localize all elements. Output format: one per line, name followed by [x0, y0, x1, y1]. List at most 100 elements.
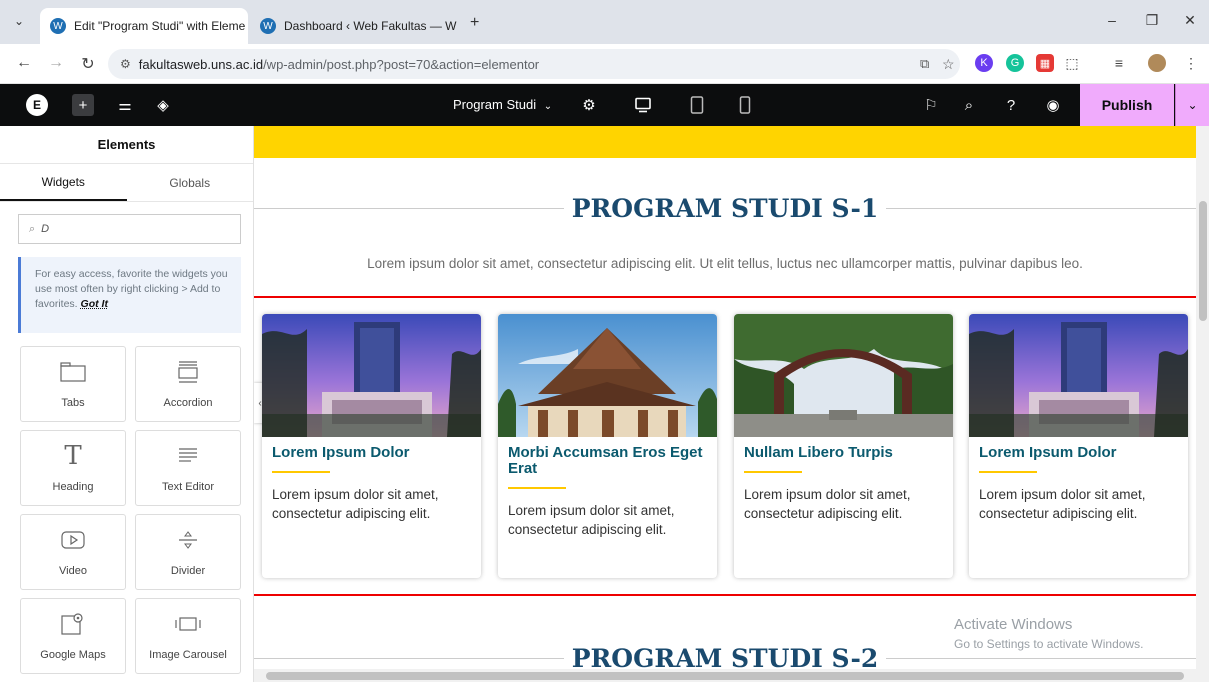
card-text: Lorem ipsum dolor sit amet, consectetur …	[508, 503, 675, 537]
card-text: Lorem ipsum dolor sit amet, consectetur …	[979, 487, 1146, 521]
browser-tab-dashboard[interactable]: W Dashboard ‹ Web Fakultas — W ✕	[250, 8, 462, 44]
widget-tabs[interactable]: Tabs	[20, 346, 126, 422]
map-pin-icon	[59, 611, 87, 637]
url-path: /wp-admin/post.php?post=70&action=elemen…	[263, 56, 540, 72]
section-title-text: PROGRAM STUDI S-1	[563, 194, 887, 223]
bookmark-star-icon[interactable]: ☆	[942, 56, 955, 73]
grammarly-icon[interactable]: G	[1006, 54, 1024, 72]
widget-heading[interactable]: T Heading	[20, 430, 126, 506]
widget-video[interactable]: Video	[20, 514, 126, 590]
browser-tab-bar: ⌄ W Edit "Program Studi" with Eleme ✕ W …	[0, 0, 1209, 44]
card-text: Lorem ipsum dolor sit amet, consectetur …	[744, 487, 911, 521]
widget-search-input[interactable]: ⌕ D	[18, 214, 241, 244]
document-name[interactable]: Program Studi ⌄	[453, 97, 552, 112]
new-tab-button[interactable]: +	[470, 14, 479, 32]
divider-icon	[174, 527, 202, 553]
card-image-tower	[969, 314, 1188, 437]
page-settings-icon[interactable]: ⚙	[578, 94, 600, 116]
widget-label: Text Editor	[162, 481, 214, 493]
program-card[interactable]: Lorem Ipsum Dolor Lorem ipsum dolor sit …	[262, 314, 481, 578]
card-image-pavilion	[498, 314, 717, 437]
extensions-icon[interactable]: ⬚	[1063, 54, 1081, 72]
widget-label: Video	[59, 565, 87, 577]
text-editor-icon	[174, 443, 202, 469]
card-title: Lorem Ipsum Dolor	[272, 444, 410, 461]
search-icon: ⌕	[29, 222, 36, 235]
program-card[interactable]: Lorem Ipsum Dolor Lorem ipsum dolor sit …	[969, 314, 1188, 578]
program-card[interactable]: Morbi Accumsan Eros Eget Erat Lorem ipsu…	[498, 314, 717, 578]
widget-label: Accordion	[163, 397, 213, 409]
structure-layers-icon[interactable]: ◈	[152, 94, 174, 116]
widget-text-editor[interactable]: Text Editor	[135, 430, 241, 506]
card-image-tower	[262, 314, 481, 437]
video-play-icon	[59, 527, 87, 553]
panel-tabs: Widgets Globals	[0, 164, 253, 202]
address-bar-row: ← → ↻ ⚙ fakultasweb.uns.ac.id/wp-admin/p…	[0, 44, 1209, 84]
site-info-icon[interactable]: ⚙	[120, 57, 131, 71]
widget-search-value: D	[41, 223, 50, 235]
section-title-s1[interactable]: PROGRAM STUDI S-1	[254, 194, 1196, 223]
watermark-line1: Activate Windows	[954, 616, 1073, 633]
widget-accordion[interactable]: Accordion	[135, 346, 241, 422]
widget-label: Image Carousel	[149, 649, 227, 661]
document-name-label: Program Studi	[453, 97, 537, 112]
carousel-icon	[174, 611, 202, 637]
mobile-view-icon[interactable]	[734, 94, 756, 116]
tab-globals[interactable]: Globals	[127, 164, 254, 201]
extension-k-icon[interactable]: K	[975, 54, 993, 72]
widget-label: Google Maps	[40, 649, 106, 661]
elementor-top-bar: E + ⚌ ◈ Program Studi ⌄ ⚙ ⚐ ⌕ ? ◉ Publis…	[0, 84, 1209, 126]
extension-red-icon[interactable]: ▦	[1036, 54, 1054, 72]
tabs-icon	[59, 359, 87, 385]
translate-icon[interactable]: ⧉	[920, 56, 929, 72]
media-icon[interactable]: ≡	[1110, 54, 1128, 72]
url-input[interactable]: ⚙ fakultasweb.uns.ac.id/wp-admin/post.ph…	[108, 49, 960, 79]
card-image-gate	[734, 314, 953, 437]
tab-search-icon[interactable]: ⌄	[14, 14, 30, 30]
widget-divider[interactable]: Divider	[135, 514, 241, 590]
card-title: Nullam Libero Turpis	[744, 444, 893, 461]
add-element-button[interactable]: +	[72, 94, 94, 116]
restore-icon[interactable]: ❐	[1140, 12, 1164, 29]
widget-google-maps[interactable]: Google Maps	[20, 598, 126, 674]
reload-icon[interactable]: ↻	[78, 54, 98, 74]
site-settings-icon[interactable]: ⚌	[114, 94, 136, 116]
card-text: Lorem ipsum dolor sit amet, consectetur …	[272, 487, 439, 521]
publish-button[interactable]: Publish	[1080, 84, 1174, 126]
card-title: Lorem Ipsum Dolor	[979, 444, 1117, 461]
panel-title: Elements	[0, 126, 253, 164]
help-icon[interactable]: ?	[1000, 94, 1022, 116]
preview-eye-icon[interactable]: ◉	[1042, 94, 1064, 116]
vertical-scrollbar-thumb[interactable]	[1199, 201, 1207, 321]
profile-avatar[interactable]	[1148, 54, 1166, 72]
window-close-icon[interactable]: ✕	[1178, 12, 1202, 29]
url-host: fakultasweb.uns.ac.id	[138, 56, 264, 72]
elementor-logo-icon[interactable]: E	[26, 94, 48, 116]
yellow-header-bar	[254, 126, 1196, 158]
menu-kebab-icon[interactable]: ⋮	[1182, 54, 1200, 72]
card-title: Morbi Accumsan Eros Eget Erat	[508, 444, 703, 477]
tablet-view-icon[interactable]	[686, 94, 708, 116]
program-card[interactable]: Nullam Libero Turpis Lorem ipsum dolor s…	[734, 314, 953, 578]
back-icon[interactable]: ←	[14, 54, 34, 72]
accordion-icon	[174, 359, 202, 385]
got-it-link[interactable]: Got It	[81, 298, 108, 310]
browser-tab-editor[interactable]: W Edit "Program Studi" with Eleme ✕	[40, 8, 248, 44]
notifications-icon[interactable]: ⚐	[920, 94, 942, 116]
horizontal-scrollbar-thumb[interactable]	[266, 672, 1184, 680]
search-icon[interactable]: ⌕	[958, 94, 980, 116]
widget-label: Heading	[52, 481, 94, 493]
tab-widgets[interactable]: Widgets	[0, 164, 127, 201]
favorites-tip-text: For easy access, favorite the widgets yo…	[35, 268, 228, 310]
publish-options-chevron-icon[interactable]: ⌄	[1175, 84, 1209, 126]
wordpress-icon: W	[50, 18, 66, 34]
widget-image-carousel[interactable]: Image Carousel	[135, 598, 241, 674]
favorites-tip: For easy access, favorite the widgets yo…	[18, 257, 241, 333]
chevron-down-icon: ⌄	[543, 101, 553, 112]
minimize-icon[interactable]: –	[1100, 12, 1124, 28]
section-lead-text: Lorem ipsum dolor sit amet, consectetur …	[367, 256, 1083, 271]
heading-icon: T	[64, 441, 82, 471]
desktop-view-icon[interactable]	[632, 94, 654, 116]
tab-title: Edit "Program Studi" with Eleme	[74, 19, 246, 33]
forward-icon[interactable]: →	[46, 54, 66, 72]
